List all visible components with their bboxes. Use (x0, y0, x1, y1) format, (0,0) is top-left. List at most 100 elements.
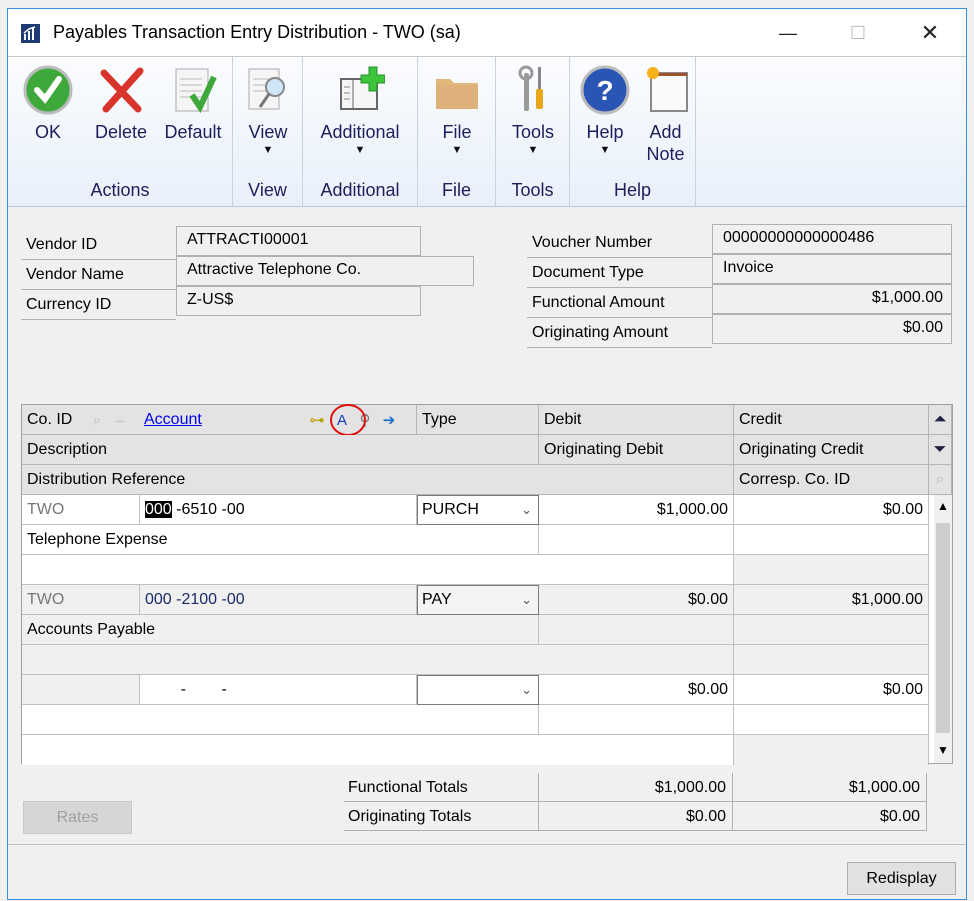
grid-header-row-1: Co. ID ⌕ ⌢ Account ⊶ A ⚲ ➔ (22, 404, 417, 436)
row3-credit-field[interactable]: $0.00 (734, 675, 929, 705)
voucher-number-label: Voucher Number (527, 228, 712, 258)
row3-type-select[interactable]: ⌄ (417, 675, 539, 705)
account-link-header[interactable]: Account (144, 405, 202, 435)
originating-credit-header: Originating Credit (734, 435, 929, 465)
ribbon-group-view: View ▼ View (233, 57, 303, 207)
account-tree-icon[interactable]: ⊶ (307, 411, 327, 431)
file-button[interactable]: File ▼ (427, 65, 487, 157)
account-goto-arrow-icon[interactable]: ➔ (379, 411, 399, 431)
help-button[interactable]: ? Help ▼ (575, 65, 635, 157)
row2-co-id[interactable]: TWO (22, 585, 140, 615)
row2-debit-field[interactable]: $0.00 (539, 585, 734, 615)
chevron-down-icon: ⌄ (521, 592, 532, 607)
originating-amount-field[interactable]: $0.00 (712, 314, 952, 344)
debit-header: Debit (539, 405, 734, 435)
view-magnifier-icon (243, 65, 293, 115)
ribbon-group-label-additional: Additional (320, 180, 400, 200)
delete-x-icon (96, 65, 146, 115)
ok-button[interactable]: OK (18, 65, 78, 143)
row3-debit-field[interactable]: $0.00 (539, 675, 734, 705)
row2-distribution-reference-field[interactable] (22, 645, 734, 675)
row1-distribution-reference-field[interactable] (22, 555, 734, 585)
additional-button[interactable]: Additional ▼ (310, 65, 410, 157)
redisplay-button[interactable]: Redisplay (847, 862, 956, 895)
row1-description-field[interactable]: Telephone Expense (22, 525, 539, 555)
row3-description-field[interactable] (22, 705, 539, 735)
type-header: Type (417, 405, 539, 435)
ribbon-group-label-tools: Tools (511, 180, 554, 200)
currency-id-field[interactable]: Z-US$ (176, 286, 421, 316)
co-id-lookup-icon[interactable]: ⌕ (87, 411, 107, 431)
row1-co-id[interactable]: TWO (22, 495, 140, 525)
row3-originating-debit (539, 705, 734, 735)
view-button[interactable]: View ▼ (238, 65, 298, 157)
svg-text:?: ? (596, 75, 613, 106)
folder-icon (432, 65, 482, 115)
scroll-thumb[interactable] (936, 523, 950, 733)
expand-rows-icon[interactable]: ⏷ (929, 435, 952, 465)
add-note-button[interactable]: Add Note (638, 65, 693, 165)
row3-distribution-reference-field[interactable] (22, 735, 734, 765)
scroll-up-arrow-icon[interactable]: ▲ (934, 499, 952, 513)
corresp-co-id-lookup-icon[interactable]: ⌕ (929, 465, 952, 495)
help-question-icon: ? (580, 65, 630, 115)
row1-originating-credit (734, 525, 929, 555)
row1-corresp-co-id (734, 555, 929, 585)
row1-account-field[interactable]: 000 -6510 -00 (140, 495, 417, 525)
row2-credit-field[interactable]: $1,000.00 (734, 585, 929, 615)
ribbon-group-label-actions: Actions (90, 180, 150, 200)
chevron-down-icon: ⌄ (521, 682, 532, 697)
document-type-field[interactable]: Invoice (712, 254, 952, 284)
corresp-co-id-header: Corresp. Co. ID (734, 465, 929, 495)
close-button[interactable]: ✕ (910, 19, 950, 47)
row2-account-field[interactable]: 000 -2100 -00 (140, 585, 417, 615)
originating-debit-header: Originating Debit (539, 435, 734, 465)
functional-amount-field[interactable]: $1,000.00 (712, 284, 952, 314)
collapse-rows-icon[interactable]: ⏶ (929, 405, 952, 435)
minimize-button[interactable]: — (768, 19, 808, 47)
grid-scrollbar[interactable]: ▲ ▼ (934, 495, 952, 763)
co-id-header: Co. ID (27, 411, 73, 428)
row3-co-id[interactable] (22, 675, 140, 705)
tools-wrench-screwdriver-icon (508, 65, 558, 115)
row1-type-select[interactable]: PURCH ⌄ (417, 495, 539, 525)
row1-originating-debit (539, 525, 734, 555)
row1-account-rest: -6510 -00 (171, 501, 245, 518)
distribution-grid: Co. ID ⌕ ⌢ Account ⊶ A ⚲ ➔ Type Debit Cr… (21, 404, 953, 765)
ribbon-group-tools: Tools ▼ Tools (496, 57, 570, 207)
voucher-number-field[interactable]: 00000000000000486 (712, 224, 952, 254)
credit-header: Credit (734, 405, 929, 435)
default-button[interactable]: Default (158, 65, 228, 143)
rates-button[interactable]: Rates (23, 801, 132, 834)
co-id-expand-icon[interactable]: ⌢ (110, 411, 130, 431)
title-bar: Payables Transaction Entry Distribution … (8, 9, 966, 57)
ribbon-toolbar: OK Delete Default Actions View ▼ View Ad… (8, 57, 966, 207)
app-chart-icon (21, 24, 40, 43)
originating-totals-label: Originating Totals (344, 802, 538, 831)
red-annotation-circle (330, 404, 366, 436)
vendor-name-field[interactable]: Attractive Telephone Co. (176, 256, 474, 286)
ribbon-group-file: File ▼ File (418, 57, 496, 207)
row1-credit-field[interactable]: $0.00 (734, 495, 929, 525)
vendor-id-field[interactable]: ATTRACTI00001 (176, 226, 421, 256)
ribbon-group-label-view: View (248, 180, 287, 200)
delete-button[interactable]: Delete (86, 65, 156, 143)
ok-check-icon (23, 65, 73, 115)
maximize-button[interactable]: ☐ (838, 19, 878, 47)
vendor-id-label: Vendor ID (21, 230, 176, 260)
chevron-down-icon: ▼ (262, 144, 274, 156)
payables-distribution-window: Payables Transaction Entry Distribution … (7, 8, 967, 900)
row2-description-field[interactable]: Accounts Payable (22, 615, 539, 645)
ribbon-group-label-file: File (441, 180, 471, 200)
tools-button[interactable]: Tools ▼ (503, 65, 563, 157)
window-title: Payables Transaction Entry Distribution … (53, 22, 461, 42)
footer-divider (8, 844, 966, 845)
row3-account-field[interactable]: - - (140, 675, 417, 705)
scroll-down-arrow-icon[interactable]: ▼ (934, 743, 952, 757)
row3-originating-credit (734, 705, 929, 735)
row2-type-select[interactable]: PAY ⌄ (417, 585, 539, 615)
row1-account-segment-selected: 000 (145, 501, 172, 518)
document-type-label: Document Type (527, 258, 712, 288)
row1-debit-field[interactable]: $1,000.00 (539, 495, 734, 525)
distribution-reference-header: Distribution Reference (22, 465, 734, 495)
